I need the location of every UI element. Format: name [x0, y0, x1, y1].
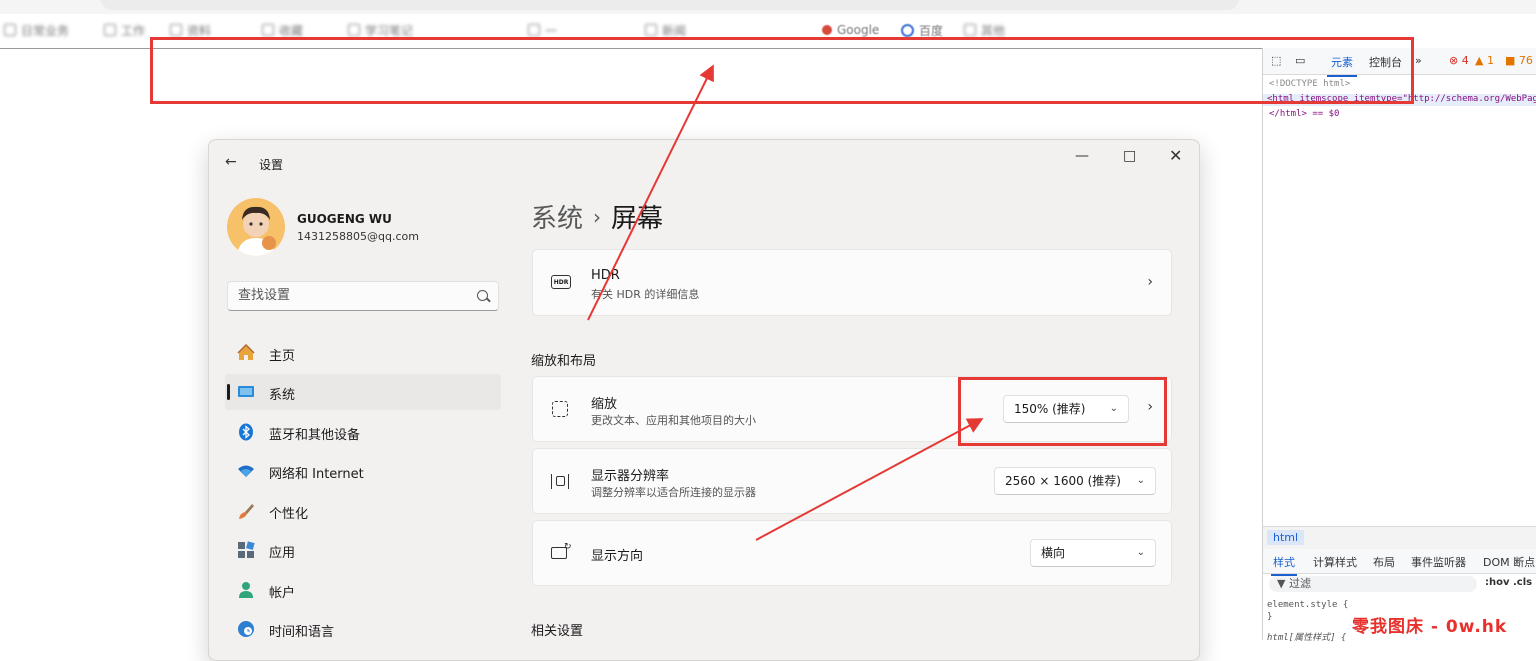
annotation-arrow-right — [755, 418, 984, 541]
annotation-arrow-up — [587, 64, 714, 321]
watermark: 零我图床 - 0w.hk — [1352, 617, 1508, 637]
annotation-arrows — [587, 64, 984, 541]
